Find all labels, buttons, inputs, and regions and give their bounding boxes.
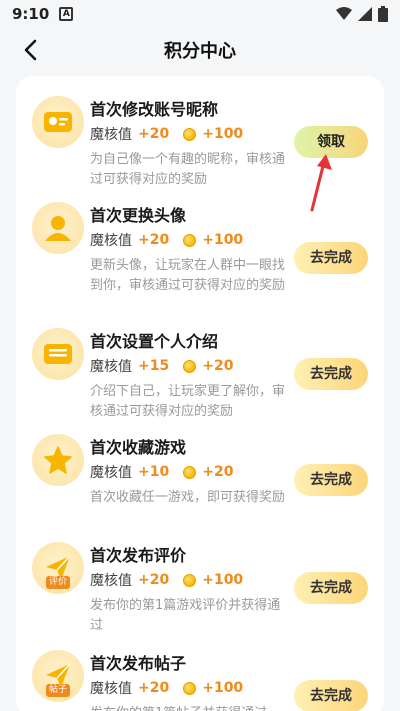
reward-row: 魔核值 +10 +20 — [90, 462, 233, 482]
avatar-icon — [45, 216, 71, 241]
mohe-value: +20 — [138, 232, 170, 248]
coin-icon — [183, 359, 197, 373]
reward-label: 魔核值 — [90, 233, 132, 249]
reward-label: 魔核值 — [90, 359, 132, 375]
mohe-value: +20 — [138, 680, 170, 696]
task-title: 首次更换头像 — [90, 206, 187, 225]
coin-icon — [183, 233, 197, 247]
signal-icon — [358, 7, 372, 21]
task-icon — [32, 202, 84, 254]
mohe-value: +10 — [138, 464, 170, 480]
coin-value: +100 — [202, 680, 244, 696]
chevron-left-icon — [24, 39, 37, 61]
star-icon — [44, 446, 72, 474]
reward-label: 魔核值 — [90, 465, 132, 481]
id-card-icon — [44, 112, 72, 132]
task-description: 发布你的第1篇帖子并获得通过 — [90, 704, 290, 711]
reward-label: 魔核值 — [90, 127, 132, 143]
mohe-value: +20 — [138, 126, 170, 142]
coin-value: +20 — [202, 358, 234, 374]
header: 积分中心 — [0, 28, 400, 72]
reward-label: 魔核值 — [90, 681, 132, 697]
task-description: 更新头像，让玩家在人群中一眼找到你，审核通过可获得对应的奖励 — [90, 258, 286, 293]
task-description: 发布你的第1篇游戏评价并获得通过 — [90, 598, 281, 633]
reward-row: 魔核值 +15 +20 — [90, 356, 233, 376]
coin-value: +20 — [202, 464, 234, 480]
coin-icon — [183, 573, 197, 587]
coin-icon — [183, 127, 197, 141]
complete-button[interactable]: 去完成 — [294, 464, 368, 496]
complete-button[interactable]: 去完成 — [294, 358, 368, 390]
profile-card-icon — [44, 344, 72, 364]
post-tag: 帖子 — [46, 684, 71, 697]
task-icon — [32, 434, 84, 486]
task-title: 首次发布评价 — [90, 546, 187, 565]
complete-button[interactable]: 去完成 — [294, 242, 368, 274]
status-icons — [336, 6, 388, 22]
complete-button[interactable]: 去完成 — [294, 680, 368, 711]
task-title: 首次收藏游戏 — [90, 438, 187, 457]
review-tag: 评价 — [46, 576, 71, 589]
coin-icon — [183, 465, 197, 479]
back-button[interactable] — [16, 36, 44, 64]
status-bar: 9:10 A — [0, 0, 400, 28]
mohe-value: +15 — [138, 358, 170, 374]
reward-row: 魔核值 +20 +100 — [90, 570, 243, 590]
coin-icon — [183, 681, 197, 695]
task-title: 首次修改账号昵称 — [90, 100, 219, 119]
notification-icon: A — [59, 7, 74, 21]
status-time: 9:10 — [12, 5, 50, 23]
red-arrow-annotation — [310, 154, 332, 212]
task-description: 介绍下自己，让玩家更了解你，审核通过可获得对应的奖励 — [90, 384, 286, 419]
coin-value: +100 — [202, 126, 244, 142]
wifi-icon — [336, 7, 352, 20]
task-title: 首次设置个人介绍 — [90, 332, 219, 351]
battery-icon — [378, 6, 388, 22]
complete-button[interactable]: 去完成 — [294, 572, 368, 604]
coin-value: +100 — [202, 572, 244, 588]
mohe-value: +20 — [138, 572, 170, 588]
reward-label: 魔核值 — [90, 573, 132, 589]
task-icon — [32, 96, 84, 148]
reward-row: 魔核值 +20 +100 — [90, 124, 243, 144]
task-icon — [32, 328, 84, 380]
coin-value: +100 — [202, 232, 244, 248]
task-title: 首次发布帖子 — [90, 654, 187, 673]
reward-row: 魔核值 +20 +100 — [90, 230, 243, 250]
reward-row: 魔核值 +20 +100 — [90, 678, 243, 698]
task-description: 为自己像一个有趣的昵称，审核通过可获得对应的奖励 — [90, 152, 286, 187]
task-description: 首次收藏任一游戏，即可获得奖励 — [90, 490, 286, 505]
page-title: 积分中心 — [164, 41, 236, 62]
